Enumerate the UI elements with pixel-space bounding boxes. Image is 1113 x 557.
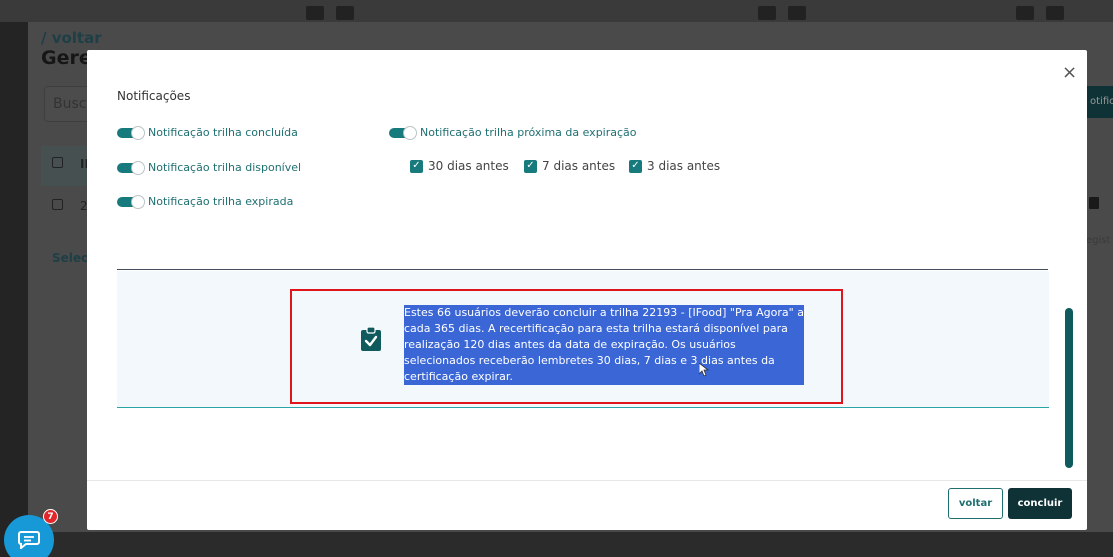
notification-button[interactable]: otifica <box>1087 86 1113 118</box>
chat-icon <box>18 531 40 549</box>
back-link[interactable]: / voltar <box>41 29 102 47</box>
checkbox-30-dias[interactable]: ✓ 30 dias antes <box>410 159 509 173</box>
trash-icon[interactable] <box>1089 197 1099 209</box>
topbar-icon <box>1016 6 1034 20</box>
checkbox-label: 30 dias antes <box>428 159 509 173</box>
chat-badge: 7 <box>43 509 58 524</box>
toggle-label: Notificação trilha próxima da expiração <box>420 126 637 139</box>
toggle-label: Notificação trilha disponível <box>148 161 302 174</box>
check-icon[interactable]: ✓ <box>524 159 537 173</box>
checkbox-label: 3 dias antes <box>647 159 721 173</box>
topbar-icon <box>306 6 324 20</box>
toggle-label: Notificação trilha expirada <box>148 195 294 208</box>
toggle-switch[interactable] <box>117 194 145 209</box>
check-icon[interactable]: ✓ <box>629 159 642 173</box>
cursor-icon <box>699 363 709 377</box>
toggle-switch[interactable] <box>117 125 145 140</box>
toggle-switch[interactable] <box>117 160 145 175</box>
select-all-checkbox[interactable] <box>52 157 63 168</box>
toggle-trilha-disponivel[interactable]: Notificação trilha disponível <box>117 160 302 175</box>
footer-divider <box>87 480 1087 481</box>
search-input[interactable]: Busca <box>44 86 90 122</box>
close-icon[interactable]: × <box>1062 62 1077 83</box>
background-topbar <box>0 0 1113 22</box>
toggle-trilha-expirada[interactable]: Notificação trilha expirada <box>117 194 294 209</box>
toggle-switch[interactable] <box>389 125 417 140</box>
topbar-icon <box>788 6 806 20</box>
topbar-icon <box>1046 6 1064 20</box>
checkbox-7-dias[interactable]: ✓ 7 dias antes <box>524 159 615 173</box>
section-title: Notificações <box>117 89 191 103</box>
check-icon[interactable]: ✓ <box>410 159 423 173</box>
annotation-box <box>290 289 843 404</box>
toggle-trilha-concluida[interactable]: Notificação trilha concluída <box>117 125 298 140</box>
back-button[interactable]: voltar <box>948 488 1003 519</box>
toggle-label: Notificação trilha concluída <box>148 126 298 139</box>
toggle-proxima-expiracao[interactable]: Notificação trilha próxima da expiração <box>389 125 637 140</box>
checkbox-label: 7 dias antes <box>542 159 616 173</box>
topbar-icon <box>758 6 776 20</box>
finish-button[interactable]: concluir <box>1008 488 1072 519</box>
row-checkbox[interactable] <box>52 199 63 210</box>
background-footer <box>28 532 1113 557</box>
notification-modal: × Notificações Notificação trilha conclu… <box>87 50 1087 530</box>
divider <box>117 269 1048 270</box>
scrollbar[interactable] <box>1065 308 1073 468</box>
background-sidebar <box>0 22 28 557</box>
register-text: egist <box>1086 235 1111 246</box>
topbar-icon <box>336 6 354 20</box>
checkbox-3-dias[interactable]: ✓ 3 dias antes <box>629 159 720 173</box>
